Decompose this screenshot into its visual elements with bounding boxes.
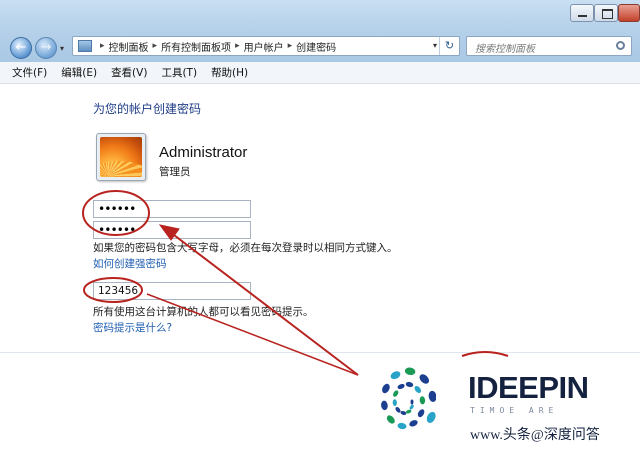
menu-file[interactable]: 文件(F) xyxy=(12,65,47,80)
maximize-button[interactable] xyxy=(594,4,618,22)
control-panel-icon xyxy=(78,40,92,52)
user-name: Administrator xyxy=(159,144,248,161)
ideepin-logo-icon xyxy=(381,367,436,430)
breadcrumb-create-password[interactable]: 创建密码 xyxy=(296,39,336,54)
logo-dot xyxy=(381,400,388,411)
logo-dot xyxy=(409,404,414,410)
menu-bar: 文件(F) 编辑(E) 查看(V) 工具(T) 帮助(H) xyxy=(0,62,640,84)
logo-dot xyxy=(397,422,407,430)
logo-dot xyxy=(417,409,425,418)
logo-dot xyxy=(419,374,430,384)
password-hint-field[interactable]: 123456 xyxy=(93,282,251,300)
page-title: 为您的帐户创建密码 xyxy=(93,102,202,116)
logo-dot xyxy=(392,399,397,406)
back-button[interactable]: ← xyxy=(10,37,32,59)
new-password-field[interactable]: •••••• xyxy=(93,200,251,218)
close-button[interactable] xyxy=(618,4,640,22)
logo-dot xyxy=(405,381,414,388)
logo-dot xyxy=(382,383,390,394)
breadcrumb-control-panel[interactable]: 控制面板 xyxy=(109,39,149,54)
breadcrumb-user-accounts[interactable]: 用户帐户 xyxy=(244,39,284,54)
logo-dot xyxy=(404,367,416,376)
search-icon xyxy=(616,41,625,50)
hint-visibility-note: 所有使用这台计算机的人都可以看见密码提示。 xyxy=(93,306,314,318)
menu-tools[interactable]: 工具(T) xyxy=(161,65,197,80)
breadcrumb-all-items[interactable]: 所有控制面板项 xyxy=(161,39,231,54)
logo-dot xyxy=(400,410,407,416)
watermark-footer: www.头条@深度问答 xyxy=(470,428,600,443)
chevron-right-icon: ▸ xyxy=(287,41,293,51)
window-titlebar: ← → ▾ ▸ 控制面板 ▸ 所有控制面板项 ▸ 用户帐户 ▸ 创建密码 ▾ ↻… xyxy=(0,0,640,62)
chevron-right-icon: ▸ xyxy=(152,41,158,51)
logo-dot xyxy=(397,383,405,390)
minimize-button[interactable] xyxy=(570,4,594,22)
confirm-password-field[interactable]: •••••• xyxy=(93,221,251,239)
flower-picture-icon xyxy=(100,137,142,177)
address-dropdown[interactable]: ▾ xyxy=(433,41,437,50)
strong-password-link[interactable]: 如何创建强密码 xyxy=(93,256,167,271)
chevron-right-icon: ▸ xyxy=(100,41,105,51)
logo-dot xyxy=(414,386,422,393)
logo-dot xyxy=(410,399,414,405)
caps-lock-note: 如果您的密码包含大写字母，必须在每次登录时以相同方式键入。 xyxy=(93,242,398,254)
forward-button[interactable]: → xyxy=(35,37,57,59)
menu-view[interactable]: 查看(V) xyxy=(111,65,147,80)
refresh-icon: ↻ xyxy=(444,39,455,52)
footer-divider xyxy=(0,352,640,353)
logo-dot xyxy=(428,390,436,402)
user-role: 管理员 xyxy=(159,166,191,178)
logo-dot xyxy=(419,396,426,405)
logo-dot xyxy=(386,415,395,424)
refresh-button[interactable]: ↻ xyxy=(439,37,459,55)
logo-dot xyxy=(426,411,436,423)
avatar xyxy=(96,133,146,181)
arrow-right-icon: → xyxy=(40,40,52,55)
address-bar[interactable]: ▸ 控制面板 ▸ 所有控制面板项 ▸ 用户帐户 ▸ 创建密码 ▾ ↻ xyxy=(72,36,460,56)
logo-dot xyxy=(390,371,401,380)
what-is-hint-link[interactable]: 密码提示是什么? xyxy=(93,320,172,335)
watermark-subtitle: TIMOE ARE xyxy=(470,406,559,415)
watermark-brand: IDEEPIN xyxy=(468,370,589,405)
search-placeholder: 搜索控制面板 xyxy=(475,44,535,55)
logo-dot xyxy=(409,420,418,427)
arrow-left-icon: ← xyxy=(15,40,27,55)
search-input[interactable]: 搜索控制面板 xyxy=(466,36,632,56)
menu-edit[interactable]: 编辑(E) xyxy=(61,65,97,80)
chevron-right-icon: ▸ xyxy=(235,41,240,51)
recent-pages-dropdown[interactable]: ▾ xyxy=(60,44,64,53)
logo-dot xyxy=(393,390,399,397)
menu-help[interactable]: 帮助(H) xyxy=(211,65,248,80)
